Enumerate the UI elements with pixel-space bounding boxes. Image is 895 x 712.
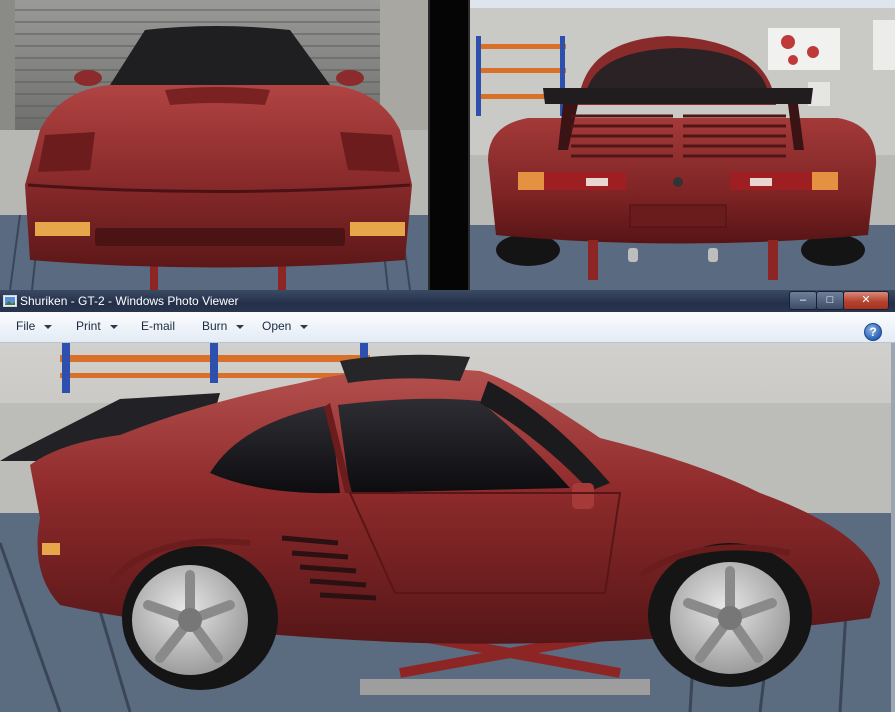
menu-file[interactable]: File: [16, 319, 53, 333]
minimize-icon: –: [799, 294, 807, 306]
maximize-button[interactable]: □: [816, 291, 844, 310]
menu-open-label: Open: [262, 319, 292, 333]
menu-burn[interactable]: Burn: [202, 319, 245, 333]
help-icon[interactable]: ?: [864, 323, 882, 341]
close-button[interactable]: ✕: [843, 291, 889, 310]
chevron-down-icon: [109, 324, 118, 329]
window-title: Shuriken - GT-2 - Windows Photo Viewer: [20, 294, 239, 308]
background-window-rear-view[interactable]: [468, 0, 895, 290]
photo-viewer-icon: [3, 294, 17, 307]
menu-email-label: E-mail: [141, 319, 176, 333]
close-icon: ✕: [861, 294, 871, 306]
window-border: [891, 343, 895, 712]
desktop-gap: [430, 0, 468, 290]
command-bar: File Print E-mail Burn Open: [0, 312, 895, 343]
car-rear-render: [468, 0, 895, 290]
displayed-photo: [0, 343, 891, 712]
menu-print-label: Print: [76, 319, 101, 333]
chevron-down-icon: [236, 324, 245, 329]
title-bar[interactable]: Shuriken - GT-2 - Windows Photo Viewer –…: [0, 290, 895, 312]
menu-email[interactable]: E-mail: [141, 319, 175, 333]
car-front-render: [0, 0, 430, 290]
menu-print[interactable]: Print: [76, 319, 118, 333]
maximize-icon: □: [826, 294, 834, 306]
car-side-render: [0, 343, 891, 712]
chevron-down-icon: [300, 324, 309, 329]
menu-burn-label: Burn: [202, 319, 228, 333]
chevron-down-icon: [44, 324, 53, 329]
menu-open[interactable]: Open: [262, 319, 309, 333]
menu-file-label: File: [16, 319, 36, 333]
minimize-button[interactable]: –: [789, 291, 817, 310]
photo-viewer-window[interactable]: Shuriken - GT-2 - Windows Photo Viewer –…: [0, 290, 895, 712]
background-window-front-view[interactable]: [0, 0, 430, 290]
